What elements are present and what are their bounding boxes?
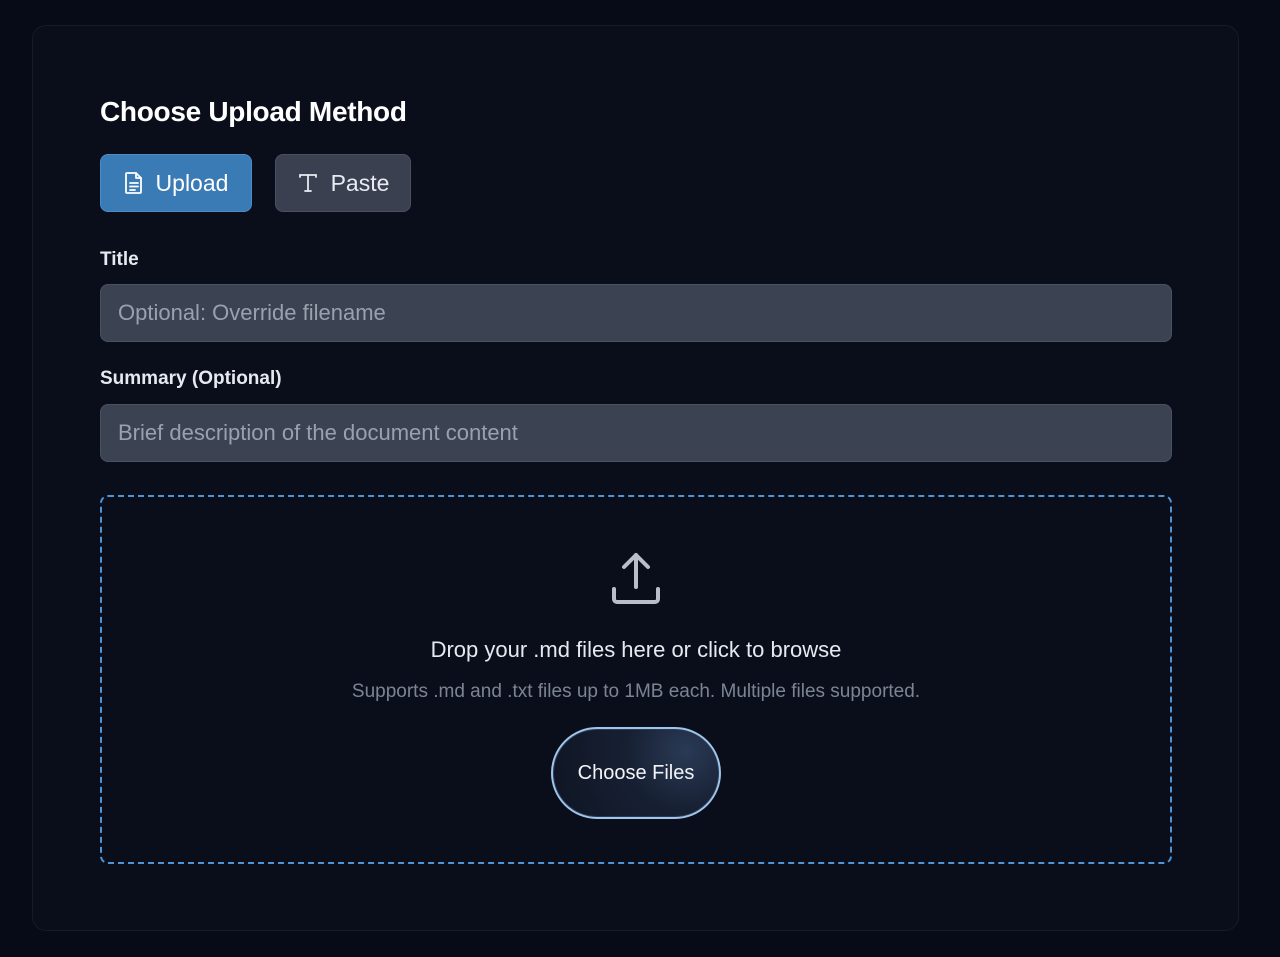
choose-files-button[interactable]: Choose Files <box>551 727 721 819</box>
document-icon <box>124 171 144 195</box>
file-dropzone[interactable]: Drop your .md files here or click to bro… <box>100 495 1172 864</box>
summary-input[interactable] <box>100 404 1172 462</box>
text-icon <box>297 172 319 194</box>
paste-method-label: Paste <box>330 169 390 196</box>
title-label: Title <box>100 249 139 270</box>
upload-icon <box>606 549 666 609</box>
title-input[interactable] <box>100 284 1172 342</box>
dropzone-instructions: Drop your .md files here or click to bro… <box>430 637 842 662</box>
dropzone-hint: Supports .md and .txt files up to 1MB ea… <box>351 681 921 702</box>
page-title: Choose Upload Method <box>100 96 407 127</box>
upload-method-label: Upload <box>155 169 229 196</box>
upload-method-button[interactable]: Upload <box>100 154 252 212</box>
summary-label: Summary (Optional) <box>100 368 282 389</box>
paste-method-button[interactable]: Paste <box>275 154 411 212</box>
